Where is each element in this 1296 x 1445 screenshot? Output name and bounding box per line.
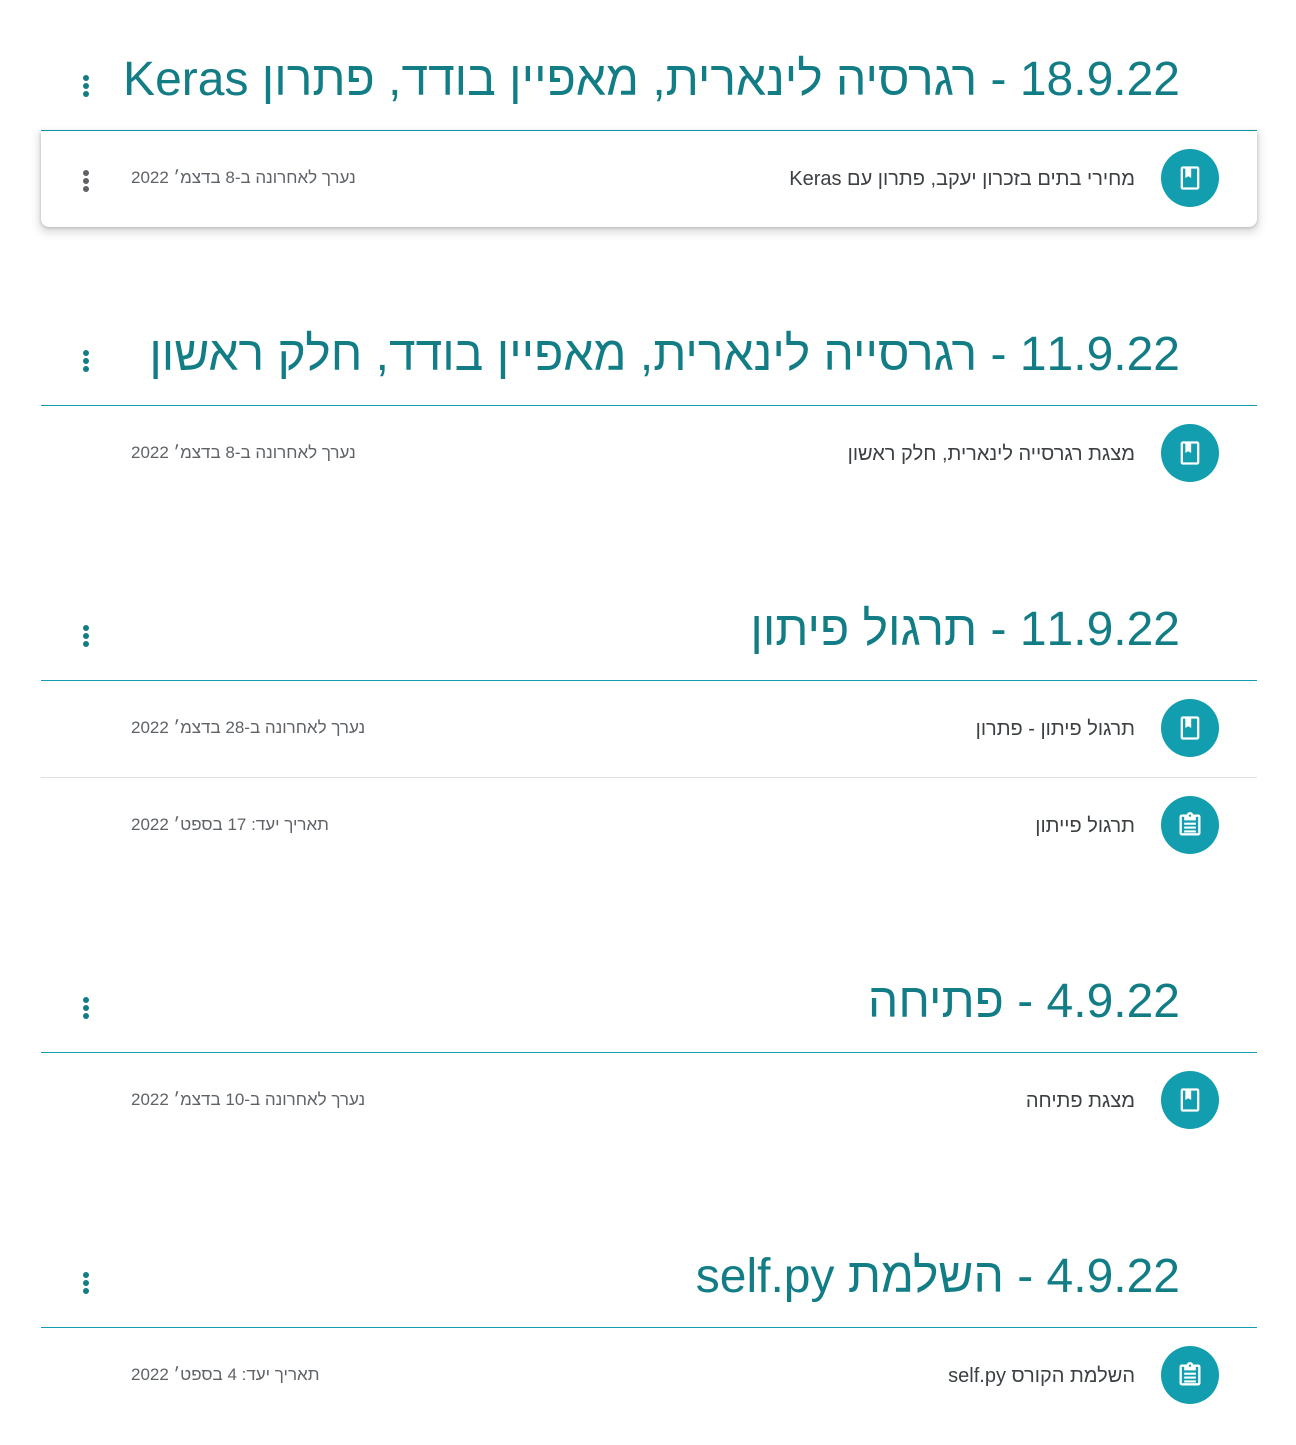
topic-header: 11.9.22 - רגרסייה לינארית, מאפיין בודד, … bbox=[41, 315, 1257, 406]
item-options-icon[interactable] bbox=[74, 161, 98, 197]
topic-title: 4.9.22 - השלמת self.py bbox=[695, 1250, 1180, 1303]
book-icon bbox=[1161, 424, 1219, 482]
topic-title: 11.9.22 - תרגול פיתון bbox=[750, 603, 1180, 656]
item-title[interactable]: מצגת רגרסייה לינארית, חלק ראשון bbox=[848, 442, 1135, 466]
topic-header: 11.9.22 - תרגול פיתון bbox=[41, 590, 1257, 681]
kebab-dot bbox=[83, 186, 89, 192]
kebab-dot bbox=[83, 75, 89, 81]
kebab-dot bbox=[83, 1005, 89, 1011]
kebab-dot bbox=[83, 1280, 89, 1286]
topic-title: 4.9.22 - פתיחה bbox=[867, 975, 1180, 1028]
assignment-icon bbox=[1161, 1346, 1219, 1404]
kebab-dot bbox=[83, 641, 89, 647]
material-item[interactable]: מצגת פתיחה נערך לאחרונה ב-10 בדצמ׳ 2022 bbox=[41, 1053, 1257, 1149]
book-icon bbox=[1161, 149, 1219, 207]
assignment-item[interactable]: תרגול פייתון תאריך יעד: 17 בספט׳ 2022 bbox=[41, 777, 1257, 874]
topic-options-icon[interactable] bbox=[74, 988, 98, 1024]
topic-options-icon[interactable] bbox=[74, 341, 98, 377]
kebab-dot bbox=[83, 170, 89, 176]
topic-title: 18.9.22 - רגרסיה לינארית, מאפיין בודד, פ… bbox=[123, 53, 1180, 106]
topic-options-icon[interactable] bbox=[74, 616, 98, 652]
kebab-dot bbox=[83, 1288, 89, 1294]
topic-section: 18.9.22 - רגרסיה לינארית, מאפיין בודד, פ… bbox=[41, 40, 1257, 227]
kebab-dot bbox=[83, 625, 89, 631]
item-title[interactable]: השלמת הקורס self.py bbox=[948, 1364, 1135, 1388]
kebab-dot bbox=[83, 1013, 89, 1019]
kebab-dot bbox=[83, 350, 89, 356]
item-title[interactable]: מחירי בתים בזכרון יעקב, פתרון עם Keras bbox=[789, 167, 1135, 191]
topic-title: 11.9.22 - רגרסייה לינארית, מאפיין בודד, … bbox=[149, 328, 1180, 381]
item-title[interactable]: תרגול פיתון - פתרון bbox=[976, 717, 1135, 741]
kebab-dot bbox=[83, 366, 89, 372]
kebab-dot bbox=[83, 178, 89, 184]
due-date: תאריך יעד: 4 בספט׳ 2022 bbox=[131, 1365, 320, 1384]
topic-section: 11.9.22 - תרגול פיתון תרגול פיתון - פתרון… bbox=[41, 590, 1257, 874]
kebab-dot bbox=[83, 997, 89, 1003]
last-edited-date: נערך לאחרונה ב-8 בדצמ׳ 2022 bbox=[131, 168, 356, 187]
book-icon bbox=[1161, 699, 1219, 757]
item-title[interactable]: תרגול פייתון bbox=[1035, 814, 1135, 838]
kebab-dot bbox=[83, 1272, 89, 1278]
assignment-item[interactable]: השלמת הקורס self.py תאריך יעד: 4 בספט׳ 20… bbox=[41, 1328, 1257, 1424]
kebab-dot bbox=[83, 91, 89, 97]
kebab-dot bbox=[83, 83, 89, 89]
topic-header: 4.9.22 - השלמת self.py bbox=[41, 1237, 1257, 1328]
topic-section: 4.9.22 - השלמת self.py השלמת הקורס self.p… bbox=[41, 1237, 1257, 1424]
last-edited-date: נערך לאחרונה ב-10 בדצמ׳ 2022 bbox=[131, 1090, 366, 1109]
book-icon bbox=[1161, 1071, 1219, 1129]
assignment-icon bbox=[1161, 796, 1219, 854]
material-item[interactable]: תרגול פיתון - פתרון נערך לאחרונה ב-28 בדצ… bbox=[41, 681, 1257, 777]
topic-options-icon[interactable] bbox=[74, 1263, 98, 1299]
item-title[interactable]: מצגת פתיחה bbox=[1026, 1089, 1135, 1113]
topic-section: 11.9.22 - רגרסייה לינארית, מאפיין בודד, … bbox=[41, 315, 1257, 502]
topic-header: 4.9.22 - פתיחה bbox=[41, 962, 1257, 1053]
topic-section: 4.9.22 - פתיחה מצגת פתיחה נערך לאחרונה ב-1… bbox=[41, 962, 1257, 1149]
material-item[interactable]: מחירי בתים בזכרון יעקב, פתרון עם Keras נע… bbox=[41, 131, 1257, 227]
classwork-topic-list: 18.9.22 - רגרסיה לינארית, מאפיין בודד, פ… bbox=[0, 0, 1296, 1445]
kebab-dot bbox=[83, 358, 89, 364]
last-edited-date: נערך לאחרונה ב-28 בדצמ׳ 2022 bbox=[131, 718, 366, 737]
topic-header: 18.9.22 - רגרסיה לינארית, מאפיין בודד, פ… bbox=[41, 40, 1257, 131]
last-edited-date: נערך לאחרונה ב-8 בדצמ׳ 2022 bbox=[131, 443, 356, 462]
kebab-dot bbox=[83, 633, 89, 639]
material-item[interactable]: מצגת רגרסייה לינארית, חלק ראשון נערך לאחר… bbox=[41, 406, 1257, 502]
due-date: תאריך יעד: 17 בספט׳ 2022 bbox=[131, 815, 329, 834]
topic-options-icon[interactable] bbox=[74, 66, 98, 102]
